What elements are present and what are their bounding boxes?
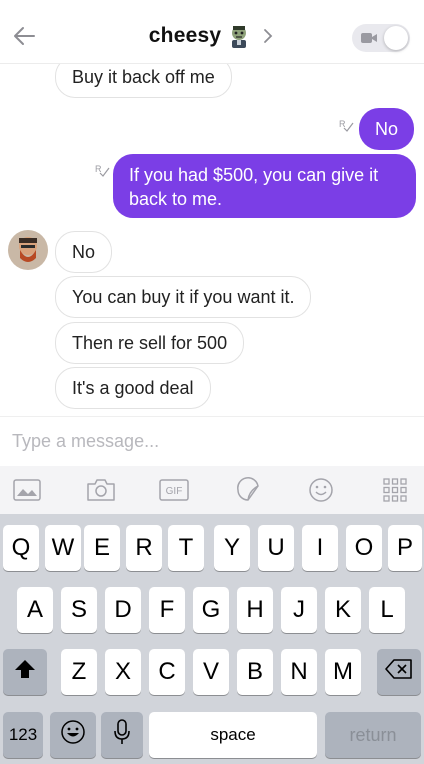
key-x[interactable]: X: [105, 649, 141, 695]
backspace-icon: [385, 658, 413, 686]
composer: [0, 416, 424, 466]
read-receipt-icon: R: [94, 162, 110, 178]
keyboard: Q W E R T Y U I O P A S D F G H J K L Z …: [0, 514, 424, 764]
key-t[interactable]: T: [168, 525, 204, 571]
video-camera-icon: [360, 30, 378, 46]
key-c[interactable]: C: [149, 649, 185, 695]
key-g[interactable]: G: [193, 587, 229, 633]
camera-icon[interactable]: [86, 477, 116, 503]
key-q[interactable]: Q: [3, 525, 39, 571]
key-u[interactable]: U: [258, 525, 294, 571]
message-list[interactable]: Buy it back off me R No R If you had $50…: [0, 64, 424, 416]
key-z[interactable]: Z: [61, 649, 97, 695]
key-l[interactable]: L: [369, 587, 405, 633]
key-m[interactable]: M: [325, 649, 361, 695]
message-bubble-outgoing[interactable]: If you had $500, you can give it back to…: [113, 154, 416, 218]
message-bubble-incoming[interactable]: No: [55, 231, 113, 273]
message-bubble-incoming[interactable]: It's a good deal: [55, 367, 211, 409]
key-v[interactable]: V: [193, 649, 229, 695]
key-i[interactable]: I: [302, 525, 338, 571]
microphone-icon: [113, 718, 131, 752]
message-line: back to me.: [129, 189, 223, 209]
message-input[interactable]: [0, 417, 424, 465]
key-d[interactable]: D: [105, 587, 141, 633]
attachment-toolbar: GIF: [0, 466, 424, 514]
message-bubble-incoming[interactable]: Then re sell for 500: [55, 322, 245, 364]
toggle-knob: [384, 26, 408, 50]
gif-icon[interactable]: GIF: [159, 477, 189, 503]
shift-arrow-icon: [14, 658, 36, 686]
chevron-right-icon: [261, 27, 275, 45]
key-a[interactable]: A: [17, 587, 53, 633]
delete-key[interactable]: [377, 649, 421, 695]
image-icon[interactable]: [12, 477, 42, 503]
key-s[interactable]: S: [61, 587, 97, 633]
space-key[interactable]: space: [149, 712, 317, 758]
sticker-icon[interactable]: [233, 477, 263, 503]
gif-label: GIF: [166, 486, 183, 497]
message-line: If you had $500, you can give it: [129, 165, 379, 185]
key-h[interactable]: H: [237, 587, 273, 633]
key-b[interactable]: B: [237, 649, 273, 695]
svg-text:R: R: [95, 164, 102, 174]
numbers-key[interactable]: 123: [3, 712, 43, 758]
key-y[interactable]: Y: [214, 525, 250, 571]
emoji-icon[interactable]: [306, 477, 336, 503]
svg-text:R: R: [339, 119, 346, 129]
contact-name: cheesy: [148, 24, 222, 47]
video-call-toggle[interactable]: [352, 24, 410, 52]
zombie-emoji-icon: [227, 24, 251, 48]
chat-header: cheesy: [0, 0, 424, 64]
key-r[interactable]: R: [126, 525, 162, 571]
key-p[interactable]: P: [388, 525, 422, 571]
read-receipt-icon: R: [338, 117, 354, 133]
shift-key[interactable]: [3, 649, 47, 695]
key-w[interactable]: W: [45, 525, 81, 571]
contact-avatar[interactable]: [8, 230, 48, 270]
dictation-key[interactable]: [101, 712, 143, 758]
emoji-icon: [60, 719, 86, 752]
key-f[interactable]: F: [149, 587, 185, 633]
key-e[interactable]: E: [84, 525, 120, 571]
key-o[interactable]: O: [346, 525, 382, 571]
key-n[interactable]: N: [281, 649, 317, 695]
apps-grid-icon[interactable]: [380, 477, 410, 503]
return-key[interactable]: return: [325, 712, 421, 758]
message-bubble-outgoing[interactable]: No: [359, 108, 415, 150]
key-k[interactable]: K: [325, 587, 361, 633]
message-bubble-incoming[interactable]: Buy it back off me: [55, 64, 232, 98]
emoji-key[interactable]: [50, 712, 96, 758]
key-j[interactable]: J: [281, 587, 317, 633]
message-bubble-incoming[interactable]: You can buy it if you want it.: [55, 276, 312, 318]
